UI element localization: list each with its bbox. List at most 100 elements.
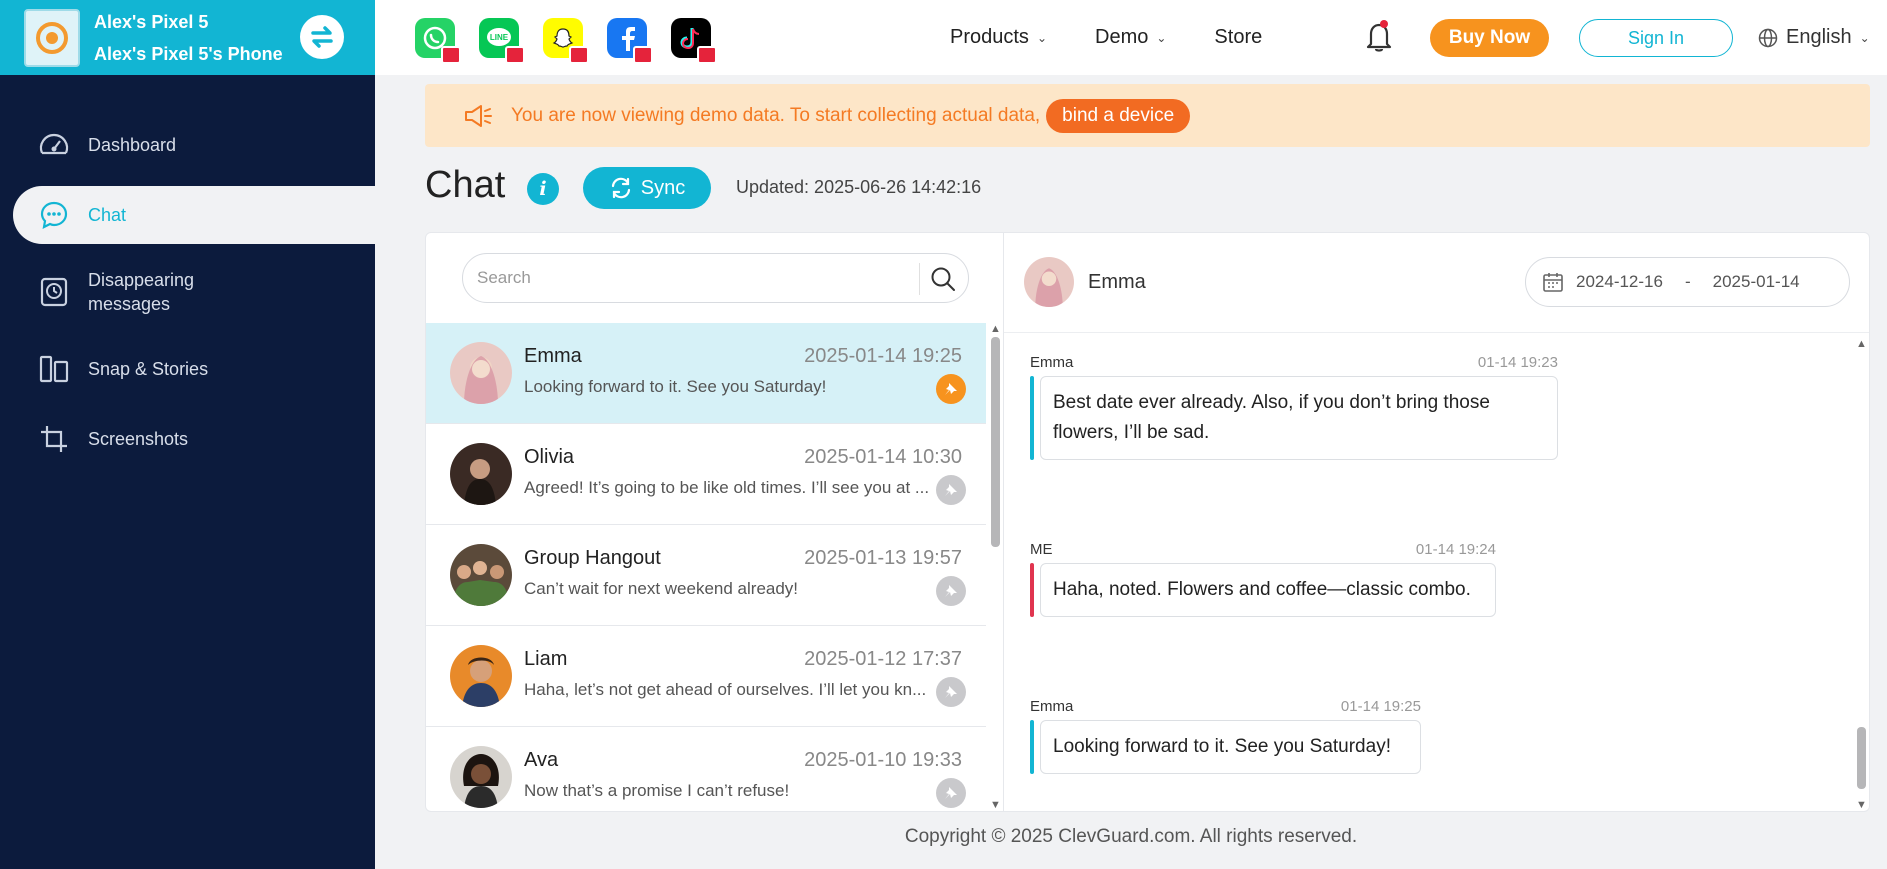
gift-icon <box>441 46 461 64</box>
conversation-item[interactable]: Liam 2025-01-12 17:37 Haha, let’s not ge… <box>426 626 986 727</box>
sync-button[interactable]: Sync <box>583 167 711 209</box>
message-header: Emma 2024-12-16 - 2025-01-14 <box>1004 233 1869 333</box>
conversation-preview: Haha, let’s not get ahead of ourselves. … <box>524 680 927 699</box>
swap-arrows-icon <box>311 26 333 48</box>
top-nav: Products ⌄ Demo ⌄ Store <box>950 0 1310 75</box>
chevron-down-icon: ⌄ <box>1036 30 1047 45</box>
message-sender: Emma <box>1030 698 1074 715</box>
scrollbar-thumb[interactable] <box>1857 727 1866 789</box>
sidebar-item-dashboard[interactable]: Dashboard <box>0 110 375 180</box>
conversation-name: Group Hangout <box>524 547 661 569</box>
switch-device-button[interactable] <box>300 15 344 59</box>
conversation-name: Olivia <box>524 446 575 468</box>
sidebar-item-snap-stories[interactable]: Snap & Stories <box>0 334 375 404</box>
clock-phone-icon <box>38 276 188 308</box>
message-bubble: Looking forward to it. See you Saturday! <box>1040 720 1421 774</box>
message-bubble-wrap: Looking forward to it. See you Saturday! <box>1030 720 1421 774</box>
megaphone-icon <box>465 104 492 127</box>
pin-icon[interactable] <box>936 778 966 808</box>
avatar <box>450 544 512 606</box>
message-pane: Emma 2024-12-16 - 2025-01-14 Emma 01-14 … <box>1004 233 1869 811</box>
nav-products-label: Products <box>950 26 1029 48</box>
scroll-down-icon[interactable]: ▼ <box>990 799 1001 811</box>
sidebar-item-label: Chat <box>88 204 127 225</box>
conversation-item[interactable]: Emma 2025-01-14 19:25 Looking forward to… <box>426 323 986 424</box>
banner-text: You are now viewing demo data. To start … <box>511 104 1041 126</box>
date-to[interactable]: 2025-01-14 <box>1713 272 1800 292</box>
message-item: ME 01-14 19:24 Haha, noted. Flowers and … <box>1030 541 1496 617</box>
conversation-name: Emma <box>524 345 582 367</box>
message-meta: ME 01-14 19:24 <box>1030 541 1496 563</box>
conversation-time: 2025-01-13 19:57 <box>804 547 962 569</box>
conversation-item[interactable]: Olivia 2025-01-14 10:30 Agreed! It’s goi… <box>426 424 986 525</box>
tiktok-icon[interactable] <box>671 18 717 64</box>
conversation-preview: Can’t wait for next weekend already! <box>524 579 799 598</box>
conversation-name: Liam <box>524 648 568 670</box>
message-accent-bar <box>1030 563 1034 617</box>
message-scrollbar[interactable]: ▲ ▼ <box>1854 334 1868 811</box>
nav-store-label: Store <box>1214 26 1263 48</box>
top-bar: LINE Products ⌄ Demo ⌄ Store Buy Now Sign … <box>375 0 1887 75</box>
conversation-time: 2025-01-12 17:37 <box>804 648 962 670</box>
date-from[interactable]: 2024-12-16 <box>1576 272 1663 292</box>
message-meta: Emma 01-14 19:23 <box>1030 354 1558 376</box>
crop-icon <box>38 423 70 455</box>
search-icon[interactable] <box>930 266 956 297</box>
conversation-scrollbar[interactable]: ▲ ▼ <box>988 323 1002 811</box>
avatar <box>450 645 512 707</box>
nav-store[interactable]: Store <box>1214 26 1262 49</box>
nav-products[interactable]: Products ⌄ <box>950 26 1047 49</box>
conversation-item[interactable]: Group Hangout 2025-01-13 19:57 Can’t wai… <box>426 525 986 626</box>
scrollbar-thumb[interactable] <box>991 337 1000 547</box>
footer-copyright: Copyright © 2025 ClevGuard.com. All righ… <box>904 826 1358 847</box>
date-range-picker[interactable]: 2024-12-16 - 2025-01-14 <box>1525 257 1850 307</box>
facebook-icon[interactable] <box>607 18 653 64</box>
scroll-down-icon[interactable]: ▼ <box>1856 799 1867 811</box>
buy-now-button[interactable]: Buy Now <box>1430 19 1549 57</box>
chat-bubble-icon <box>38 199 70 231</box>
pin-icon[interactable] <box>936 374 966 404</box>
message-bubble: Best date ever already. Also, if you don… <box>1040 376 1558 460</box>
avatar <box>450 746 512 808</box>
language-label: English <box>1786 26 1852 48</box>
conversation-item[interactable]: Ava 2025-01-10 19:33 Now that’s a promis… <box>426 727 986 811</box>
search-box <box>462 253 969 303</box>
chat-contact-name: Emma <box>1088 271 1146 293</box>
scroll-up-icon[interactable]: ▲ <box>1856 338 1867 350</box>
scroll-up-icon[interactable]: ▲ <box>990 323 1001 335</box>
bell-icon[interactable] <box>1363 18 1395 54</box>
sidebar-item-label: Screenshots <box>88 428 189 449</box>
conversation-list: Emma 2025-01-14 19:25 Looking forward to… <box>426 323 986 811</box>
nav-demo[interactable]: Demo ⌄ <box>1095 26 1166 49</box>
snapchat-icon[interactable] <box>543 18 589 64</box>
message-time: 01-14 19:25 <box>1340 698 1421 715</box>
message-sender: ME <box>1030 541 1053 558</box>
whatsapp-icon[interactable] <box>415 18 461 64</box>
sidebar-item-label: Snap & Stories <box>88 358 209 379</box>
search-input[interactable] <box>477 268 917 288</box>
sidebar-item-screenshots[interactable]: Screenshots <box>0 404 375 474</box>
calendar-icon <box>1543 273 1563 292</box>
gift-icon <box>697 46 717 64</box>
message-accent-bar <box>1030 376 1034 460</box>
sidebar-item-label: Dashboard <box>88 134 177 155</box>
search-divider <box>919 263 920 295</box>
updated-timestamp: Updated: 2025-06-26 14:42:16 <box>736 177 982 197</box>
message-item: Emma 01-14 19:25 Looking forward to it. … <box>1030 698 1421 774</box>
sign-in-button[interactable]: Sign In <box>1579 19 1733 57</box>
sidebar-item-chat[interactable]: Chat <box>13 186 375 244</box>
demo-banner: You are now viewing demo data. To start … <box>425 84 1870 147</box>
avatar <box>1024 257 1074 307</box>
pin-icon[interactable] <box>936 576 966 606</box>
line-icon[interactable]: LINE <box>479 18 525 64</box>
sidebar-item-disappearing-messages[interactable]: Disappearing messages <box>0 250 375 334</box>
gift-icon <box>569 46 589 64</box>
pin-icon[interactable] <box>936 677 966 707</box>
bind-device-button[interactable]: bind a device <box>1046 98 1191 133</box>
message-bubble-wrap: Haha, noted. Flowers and coffee—classic … <box>1030 563 1496 617</box>
device-phone: Alex's Pixel 5's Phone <box>94 43 283 64</box>
pin-icon[interactable] <box>936 475 966 505</box>
language-selector[interactable]: English ⌄ <box>1758 0 1870 75</box>
info-icon[interactable]: i <box>527 173 559 205</box>
message-bubble: Haha, noted. Flowers and coffee—classic … <box>1040 563 1496 617</box>
